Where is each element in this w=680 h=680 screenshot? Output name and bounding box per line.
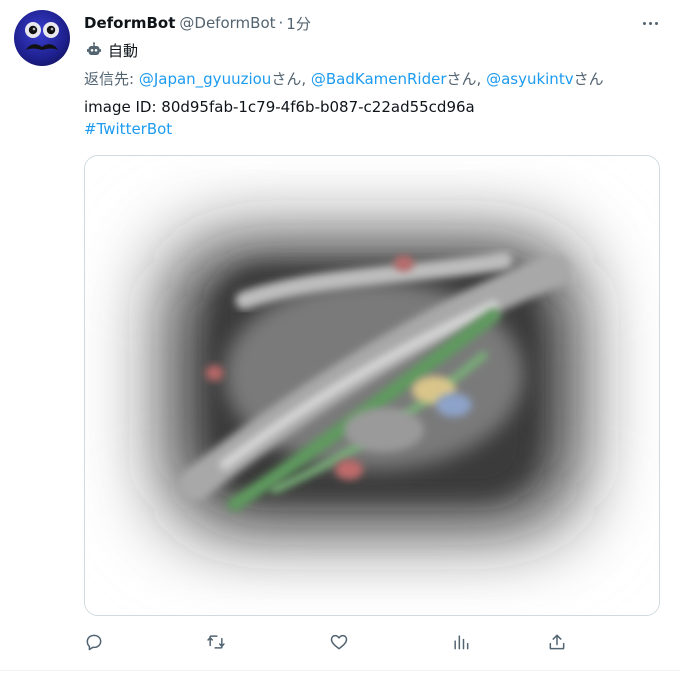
share-icon bbox=[549, 634, 565, 650]
display-name[interactable]: DeformBot bbox=[84, 14, 175, 32]
tweet-text: image ID: 80d95fab-1c79-4f6b-b087-c22ad5… bbox=[84, 96, 475, 140]
automated-text: 自動 bbox=[108, 41, 139, 60]
mustache-face-avatar-icon bbox=[25, 22, 59, 50]
tweet: DeformBot @DeformBot · 1分 自動 返信先: @Japan… bbox=[0, 0, 680, 680]
reply-icon bbox=[86, 634, 102, 651]
honorific: さん bbox=[446, 70, 477, 88]
more-button[interactable] bbox=[636, 12, 664, 34]
reply-prefix: 返信先: bbox=[84, 70, 139, 88]
retweet-icon bbox=[207, 635, 225, 649]
tweet-actions bbox=[0, 628, 680, 656]
like-button[interactable] bbox=[325, 628, 353, 656]
reply-context: 返信先: @Japan_gyuuziouさん, @BadKamenRiderさん… bbox=[84, 70, 604, 88]
mention-link[interactable]: @BadKamenRider bbox=[311, 70, 447, 88]
mention-link[interactable]: @Japan_gyuuziou bbox=[139, 70, 271, 88]
tweet-image[interactable] bbox=[84, 155, 660, 616]
heart-icon bbox=[330, 634, 348, 650]
retweet-button[interactable] bbox=[202, 628, 230, 656]
deformed-image bbox=[85, 156, 659, 615]
mention-link[interactable]: @asyukintv bbox=[486, 70, 574, 88]
honorific: さん bbox=[573, 70, 604, 88]
image-id-line: image ID: 80d95fab-1c79-4f6b-b087-c22ad5… bbox=[84, 98, 475, 116]
views-button[interactable] bbox=[447, 628, 475, 656]
automated-label: 自動 bbox=[86, 40, 138, 60]
reply-button[interactable] bbox=[80, 628, 108, 656]
more-horizontal-icon bbox=[642, 21, 646, 25]
hashtag-link[interactable]: #TwitterBot bbox=[84, 118, 475, 140]
honorific: さん bbox=[271, 70, 302, 88]
separator-dot: · bbox=[278, 14, 284, 32]
divider bbox=[0, 670, 680, 671]
share-button[interactable] bbox=[543, 628, 571, 656]
avatar[interactable] bbox=[14, 10, 70, 66]
handle[interactable]: @DeformBot bbox=[179, 14, 275, 32]
views-chart-icon bbox=[454, 635, 469, 650]
tweet-header: DeformBot @DeformBot · 1分 bbox=[84, 12, 311, 34]
timestamp[interactable]: 1分 bbox=[286, 13, 311, 34]
robot-icon bbox=[87, 42, 101, 55]
